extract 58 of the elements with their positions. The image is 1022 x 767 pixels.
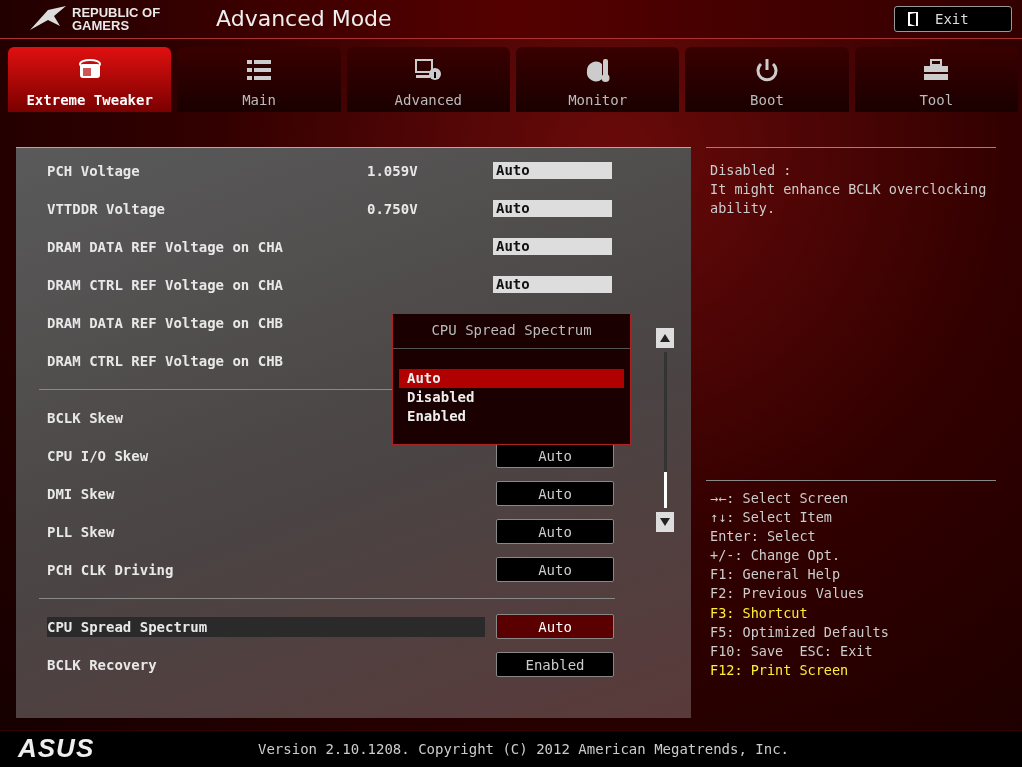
setting-label[interactable]: PCH Voltage — [47, 162, 367, 179]
value-button[interactable]: Enabled — [496, 652, 614, 678]
tab[interactable]: Boot — [685, 46, 849, 112]
setting-label[interactable]: VTTDDR Voltage — [47, 200, 367, 217]
brand-text: GAMERS — [72, 18, 131, 32]
tab[interactable]: Advanced — [346, 46, 510, 112]
key-hint: F12: Print Screen — [710, 660, 850, 680]
setting-label[interactable]: DRAM CTRL REF Voltage on CHA — [47, 276, 367, 293]
key-hint: +/-: Change Opt. — [710, 546, 842, 566]
key-hint: F3: Shortcut — [710, 603, 809, 623]
value-button[interactable]: Auto — [496, 557, 614, 583]
screen-title: Advanced Mode — [216, 6, 393, 32]
setting-label[interactable]: PCH CLK Driving — [47, 561, 367, 578]
setting-label[interactable]: CPU I/O Skew — [47, 447, 367, 464]
popup-option[interactable]: Disabled — [399, 387, 624, 407]
setting-label[interactable]: PLL Skew — [47, 523, 367, 540]
key-hint: F10: Save ESC: Exit — [710, 641, 874, 661]
key-hint: ↑↓: Select Item — [710, 508, 833, 528]
setting-label[interactable]: DRAM DATA REF Voltage on CHA — [47, 238, 367, 255]
key-hint: F1: General Help — [710, 565, 842, 585]
value-field[interactable]: Auto — [493, 276, 612, 294]
scroll-down-button[interactable] — [656, 511, 674, 532]
brand-text: REPUBLIC OF — [72, 5, 162, 19]
door-icon — [907, 10, 919, 27]
value-button[interactable]: Auto — [496, 519, 614, 545]
help-text: It might enhance BCLK overclocking ability. — [710, 179, 988, 218]
asus-logo: ASUS — [18, 733, 96, 765]
key-hint: →←: Select Screen — [710, 488, 850, 508]
value-button[interactable]: Auto — [496, 443, 614, 469]
setting-reading: 0.750V — [367, 200, 419, 217]
popup-option[interactable]: Auto — [399, 368, 624, 388]
value-field[interactable]: Auto — [493, 200, 612, 218]
setting-label[interactable]: DRAM DATA REF Voltage on CHB — [47, 314, 367, 331]
key-hint: F2: Previous Values — [710, 584, 866, 604]
toolbox-icon — [922, 56, 951, 83]
setting-label[interactable]: BCLK Recovery — [47, 656, 367, 673]
value-field[interactable]: Auto — [493, 162, 612, 180]
tab[interactable]: Monitor — [516, 46, 680, 112]
help-text: Disabled : — [710, 160, 793, 180]
setting-reading: 1.059V — [367, 162, 419, 179]
setting-label[interactable]: DMI Skew — [47, 485, 367, 502]
selected-setting-row[interactable]: CPU Spread Spectrum — [47, 616, 486, 637]
tab[interactable]: Tool — [854, 46, 1018, 112]
setting-label[interactable]: DRAM CTRL REF Voltage on CHB — [47, 352, 367, 369]
value-button[interactable]: Auto — [496, 481, 614, 507]
exit-button[interactable]: Exit — [894, 5, 1012, 32]
value-button[interactable]: Auto — [496, 614, 614, 640]
scroll-up-button[interactable] — [656, 327, 674, 348]
key-hint: F5: Optimized Defaults — [710, 622, 890, 642]
setting-label[interactable]: BCLK Skew — [47, 409, 367, 426]
screen-info-icon — [414, 56, 443, 83]
value-field[interactable]: Auto — [493, 238, 612, 256]
key-hint: Enter: Select — [710, 527, 817, 547]
popup-option[interactable]: Enabled — [399, 406, 624, 426]
tab[interactable]: Extreme Tweaker — [8, 46, 172, 112]
tab[interactable]: Main — [177, 46, 341, 112]
popup-title: CPU Spread Spectrum — [393, 313, 630, 349]
version-text: Version 2.10.1208. Copyright (C) 2012 American Megatrends, Inc. — [258, 740, 789, 757]
